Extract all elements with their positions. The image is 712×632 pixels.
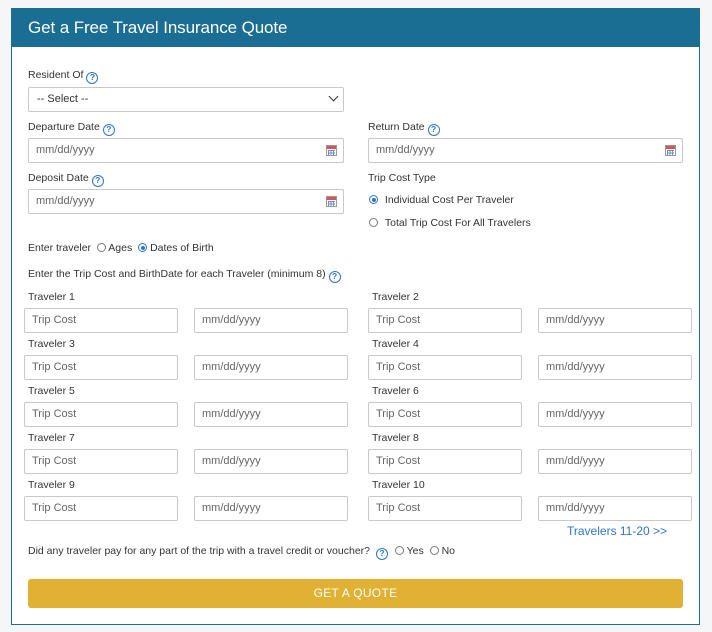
return-label: Return Date? bbox=[368, 121, 440, 136]
radio-voucher-no[interactable] bbox=[429, 546, 439, 555]
help-icon[interactable]: ? bbox=[91, 175, 104, 187]
trip-cost-input[interactable]: Trip Cost bbox=[24, 402, 178, 427]
traveler-instruction: Enter the Trip Cost and BirthDate for ea… bbox=[28, 268, 341, 283]
form-header: Get a Free Travel Insurance Quote bbox=[12, 9, 699, 47]
birthdate-input[interactable]: mm/dd/yyyy bbox=[538, 449, 692, 474]
trip-cost-input[interactable]: Trip Cost bbox=[368, 355, 522, 380]
radio-selected[interactable] bbox=[369, 195, 378, 204]
help-icon[interactable]: ? bbox=[427, 124, 440, 136]
radio-individual-cost[interactable]: Individual Cost Per Traveler bbox=[369, 194, 514, 206]
return-date-input[interactable]: mm/dd/yyyy bbox=[368, 138, 683, 163]
traveler-label: Traveler 4 bbox=[372, 338, 419, 350]
trip-cost-input[interactable]: Trip Cost bbox=[24, 355, 178, 380]
traveler-label: Traveler 3 bbox=[28, 338, 75, 350]
chevron-down-icon bbox=[328, 91, 339, 102]
voucher-question-row: Did any traveler pay for any part of the… bbox=[28, 545, 455, 560]
travelers-more-link[interactable]: Travelers 11-20 >> bbox=[567, 524, 667, 538]
trip-cost-input[interactable]: Trip Cost bbox=[368, 496, 522, 521]
radio-ages[interactable] bbox=[96, 243, 106, 252]
trip-cost-input[interactable]: Trip Cost bbox=[368, 449, 522, 474]
trip-cost-input[interactable]: Trip Cost bbox=[24, 449, 178, 474]
departure-label: Departure Date? bbox=[28, 121, 115, 136]
birthdate-input[interactable]: mm/dd/yyyy bbox=[194, 402, 348, 427]
birthdate-input[interactable]: mm/dd/yyyy bbox=[538, 308, 692, 333]
calendar-icon[interactable] bbox=[665, 145, 676, 156]
trip-cost-input[interactable]: Trip Cost bbox=[368, 308, 522, 333]
trip-cost-type-label: Trip Cost Type bbox=[368, 172, 436, 184]
help-icon[interactable]: ? bbox=[375, 548, 388, 560]
get-quote-button[interactable]: GET A QUOTE bbox=[28, 579, 683, 608]
resident-label: Resident Of? bbox=[28, 69, 99, 84]
birthdate-input[interactable]: mm/dd/yyyy bbox=[538, 355, 692, 380]
resident-select[interactable]: -- Select -- bbox=[28, 87, 344, 112]
quote-form-panel: Get a Free Travel Insurance Quote Reside… bbox=[11, 8, 700, 625]
traveler-label: Traveler 1 bbox=[28, 291, 75, 303]
birthdate-input[interactable]: mm/dd/yyyy bbox=[538, 496, 692, 521]
enter-traveler-row: Enter traveler Ages Dates of Birth bbox=[28, 242, 214, 254]
help-icon[interactable]: ? bbox=[86, 72, 99, 84]
birthdate-input[interactable]: mm/dd/yyyy bbox=[538, 402, 692, 427]
deposit-date-input[interactable]: mm/dd/yyyy bbox=[28, 189, 344, 214]
radio-total-cost[interactable]: Total Trip Cost For All Travelers bbox=[369, 217, 531, 229]
traveler-label: Traveler 6 bbox=[372, 385, 419, 397]
radio-dates-of-birth[interactable] bbox=[138, 243, 148, 252]
radio-voucher-yes[interactable] bbox=[394, 546, 404, 555]
help-icon[interactable]: ? bbox=[328, 271, 341, 283]
traveler-label: Traveler 5 bbox=[28, 385, 75, 397]
traveler-label: Traveler 10 bbox=[372, 479, 425, 491]
trip-cost-input[interactable]: Trip Cost bbox=[368, 402, 522, 427]
birthdate-input[interactable]: mm/dd/yyyy bbox=[194, 355, 348, 380]
traveler-label: Traveler 8 bbox=[372, 432, 419, 444]
departure-date-input[interactable]: mm/dd/yyyy bbox=[28, 138, 344, 163]
traveler-label: Traveler 2 bbox=[372, 291, 419, 303]
deposit-label: Deposit Date? bbox=[28, 172, 104, 187]
birthdate-input[interactable]: mm/dd/yyyy bbox=[194, 308, 348, 333]
birthdate-input[interactable]: mm/dd/yyyy bbox=[194, 449, 348, 474]
trip-cost-input[interactable]: Trip Cost bbox=[24, 496, 178, 521]
birthdate-input[interactable]: mm/dd/yyyy bbox=[194, 496, 348, 521]
help-icon[interactable]: ? bbox=[102, 124, 115, 136]
traveler-label: Traveler 9 bbox=[28, 479, 75, 491]
calendar-icon[interactable] bbox=[326, 196, 337, 207]
trip-cost-input[interactable]: Trip Cost bbox=[24, 308, 178, 333]
radio-unselected[interactable] bbox=[369, 218, 378, 227]
calendar-icon[interactable] bbox=[326, 145, 337, 156]
traveler-label: Traveler 7 bbox=[28, 432, 75, 444]
